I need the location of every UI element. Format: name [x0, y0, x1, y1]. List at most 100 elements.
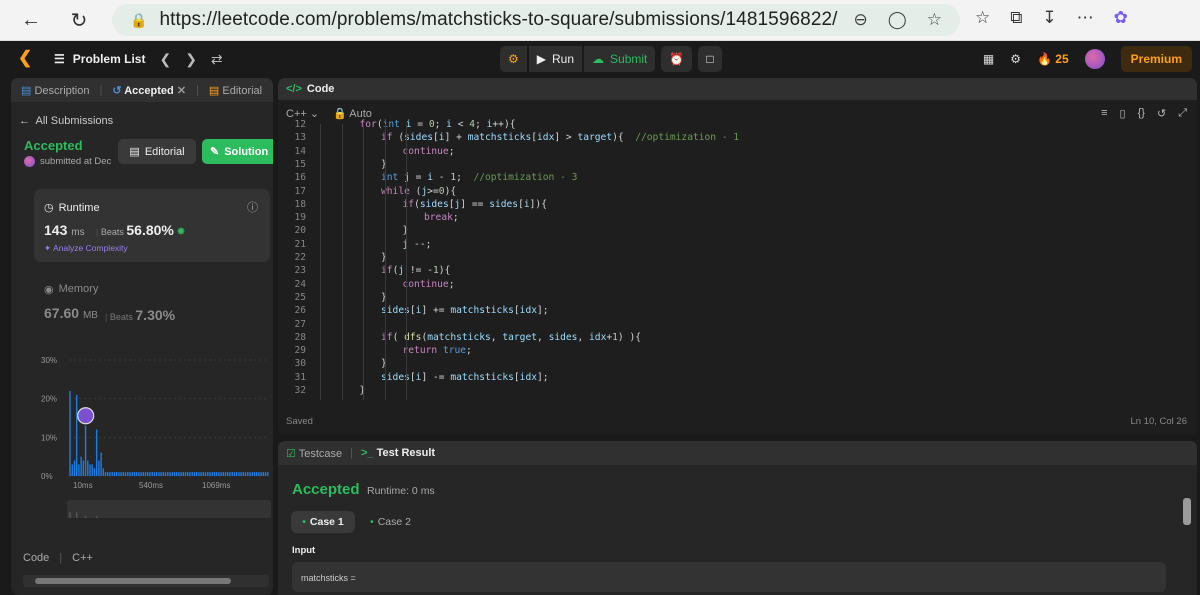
solution-button[interactable]: ✎ Solution: [202, 139, 273, 164]
chart-bar: [229, 472, 231, 476]
test-panel: ☑ Testcase | >_ Test Result Accepted Run…: [278, 441, 1197, 595]
close-tab-icon[interactable]: ✕: [177, 85, 186, 97]
beats-label: Beats: [100, 227, 124, 237]
download-icon[interactable]: ↧: [1042, 8, 1056, 28]
run-button[interactable]: ▶ Run: [528, 46, 583, 72]
leetcode-topbar: ❮ ☰ Problem List ❮ ❯ ⇄ ⚙ ▶ Run ☁ Submit ⏰ …: [8, 43, 1200, 75]
clock-icon: ◷: [44, 202, 54, 214]
collections-icon[interactable]: ⧉: [1010, 8, 1022, 28]
chart-bar: [122, 472, 125, 476]
horizontal-scrollbar[interactable]: [23, 575, 269, 587]
tab-accepted[interactable]: ↺ Accepted ✕: [112, 84, 186, 97]
all-submissions-link[interactable]: ← All Submissions: [11, 102, 273, 127]
runtime-distribution-chart[interactable]: 30%20%10%0%10ms540ms1069ms10ms540ms1069m…: [11, 348, 273, 518]
line-number: 32: [294, 385, 306, 396]
prev-problem-icon[interactable]: ❮: [159, 51, 171, 68]
test-runtime: Runtime: 0 ms: [367, 485, 435, 497]
line-number: 24: [294, 278, 306, 290]
code-line: 25}: [278, 291, 1197, 304]
chart-bar: [227, 472, 229, 476]
streak-counter[interactable]: 🔥 25: [1037, 52, 1069, 66]
info-icon[interactable]: ⓘ: [247, 199, 258, 215]
tab-testcase[interactable]: ☑ Testcase: [286, 447, 342, 460]
line-number: 13: [294, 132, 306, 144]
tab-description[interactable]: ▤ Description: [21, 84, 90, 97]
browser-toolbar: ← ↻ 🔒 https://leetcode.com/problems/matc…: [0, 0, 1200, 41]
premium-button[interactable]: Premium: [1120, 46, 1192, 72]
refresh-icon[interactable]: ↻: [62, 3, 96, 37]
layout-icon[interactable]: ▦: [983, 52, 994, 66]
indent-guide: [341, 124, 343, 400]
submit-button[interactable]: ☁ Submit: [584, 46, 656, 72]
left-tabs: ▤ Description | ↺ Accepted ✕ | ▤ Editori…: [11, 78, 273, 102]
lock-icon: 🔒: [130, 11, 148, 28]
indent-guide: [320, 124, 321, 400]
copilot-icon[interactable]: ✿: [1114, 8, 1128, 28]
description-icon: ▤: [21, 84, 32, 97]
code-line: 30}: [278, 357, 1197, 370]
memory-header[interactable]: ◉ Memory: [44, 283, 98, 296]
arrow-left-icon: ←: [19, 115, 30, 127]
code-editor[interactable]: 12 for(int i = 0; i < 4; i++){13 if (sides…: [278, 119, 1197, 404]
timer-button[interactable]: ⏰: [661, 46, 693, 72]
submitted-at-text: submitted at Dec: [40, 156, 112, 167]
code-text: for(int i = 0; i < 4; i++){: [359, 119, 516, 130]
code-line: 12 for(int i = 0; i < 4; i++){: [278, 118, 1197, 131]
chart-bar: [247, 472, 249, 476]
chart-bar: [258, 472, 260, 476]
chart-bar: [178, 472, 180, 476]
tab-editorial[interactable]: ▤ Editorial: [209, 84, 262, 97]
scrollbar-thumb[interactable]: [1183, 498, 1191, 525]
settings-gear-icon[interactable]: ⚙: [1010, 52, 1021, 66]
code-text: if (sides[i] + matchsticks[idx] > target…: [381, 132, 740, 144]
tab-description-label: Description: [34, 84, 90, 97]
analyze-complexity-link[interactable]: ✦ Analyze Complexity: [44, 243, 128, 254]
chart-bar: [193, 472, 196, 476]
vertical-scrollbar[interactable]: [1181, 484, 1193, 592]
shuffle-icon[interactable]: ⇄: [211, 51, 223, 68]
more-icon[interactable]: ⋯: [1077, 8, 1094, 28]
runtime-card[interactable]: ◷ Runtime ⓘ 143 ms | Beats 56.80% ✸ ✦ Ana…: [34, 189, 270, 262]
chart-bar: [113, 472, 116, 476]
editorial-button[interactable]: ▤ Editorial: [118, 139, 196, 164]
problem-list-label: Problem List: [72, 52, 146, 66]
separator: |: [59, 552, 63, 564]
address-bar[interactable]: 🔒 https://leetcode.com/problems/matchsti…: [112, 4, 960, 36]
code-panel-header: </> Code: [278, 78, 1197, 100]
chart-bar: [209, 472, 211, 476]
case-1-tab[interactable]: • Case 1: [291, 511, 355, 533]
favorites-icon[interactable]: ☆: [975, 8, 990, 28]
notes-button[interactable]: □: [698, 46, 722, 72]
favorite-star-icon[interactable]: ☆: [927, 10, 942, 30]
problem-list-button[interactable]: ☰ Problem List: [54, 52, 145, 66]
line-number: 22: [294, 252, 306, 263]
chart-bar: [182, 472, 185, 476]
code-line: 23 if(j != -1){: [278, 264, 1197, 277]
chart-bar: [220, 472, 222, 476]
back-icon[interactable]: ←: [14, 3, 48, 37]
tag-icon[interactable]: ◯: [888, 10, 907, 30]
scrollbar-thumb[interactable]: [35, 578, 231, 584]
chart-bar: [98, 460, 100, 476]
debug-button[interactable]: ⚙: [500, 46, 527, 72]
tab-test-result[interactable]: >_ Test Result: [361, 447, 435, 459]
chart-bar: [153, 472, 156, 476]
list-icon: ☰: [54, 52, 65, 66]
memory-unit: MB: [82, 310, 98, 321]
line-number: 19: [294, 212, 306, 224]
leetcode-logo-icon[interactable]: ❮: [18, 48, 42, 70]
code-text: if(sides[j] == sides[i]){: [402, 198, 547, 210]
chart-bar: [213, 472, 216, 476]
runtime-beats-value: 56.80%: [126, 222, 174, 238]
runtime-value: 143 ms: [44, 222, 85, 238]
chart-bar: [189, 472, 191, 476]
case-2-tab[interactable]: • Case 2: [370, 511, 411, 533]
chart-bar: [167, 472, 169, 476]
memory-number: 67.60: [44, 305, 80, 321]
chart-bar: [111, 472, 113, 476]
next-problem-icon[interactable]: ❯: [185, 51, 197, 68]
zoom-icon[interactable]: ⊖: [853, 10, 867, 30]
chart-bar: [118, 472, 120, 476]
avatar[interactable]: [1084, 49, 1105, 69]
pencil-icon: ✎: [210, 146, 220, 158]
